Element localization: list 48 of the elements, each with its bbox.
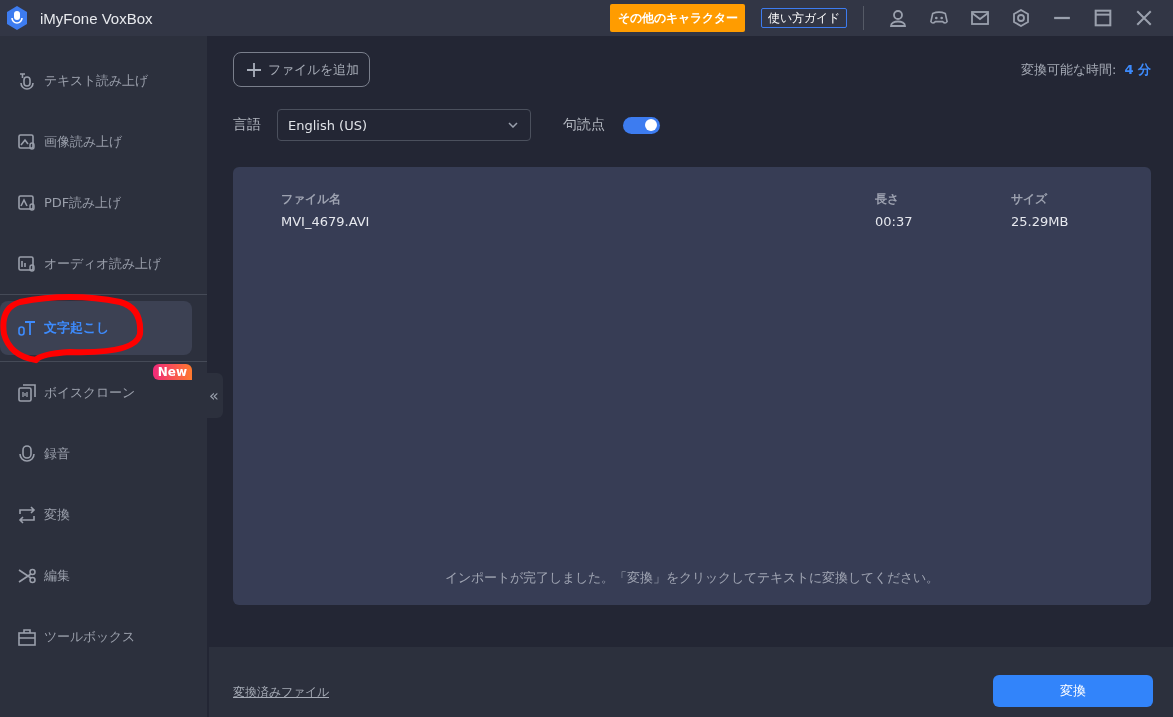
convert-button[interactable]: 変換 xyxy=(993,675,1153,707)
document-microphone-icon xyxy=(18,193,36,212)
time-value: 4 分 xyxy=(1124,60,1151,79)
microphone-text-icon xyxy=(18,319,36,337)
column-header: ファイル名 xyxy=(281,191,342,208)
sidebar-item[interactable]: ボイスクローン New xyxy=(0,362,207,423)
plus-icon xyxy=(247,62,261,77)
maximize-icon[interactable] xyxy=(1094,9,1112,27)
image-microphone-icon xyxy=(18,132,36,151)
settings-icon[interactable] xyxy=(1012,9,1030,27)
scissors-icon xyxy=(18,566,36,585)
chevron-down-icon xyxy=(508,122,518,128)
sidebar-item[interactable]: オーディオ読み上げ xyxy=(0,233,207,294)
game-controller-icon[interactable] xyxy=(930,9,948,27)
column-header: 長さ xyxy=(875,191,900,208)
new-badge: New xyxy=(152,364,192,380)
punctuation-label: 句読点 xyxy=(563,116,605,134)
sidebar-item[interactable]: 録音 xyxy=(0,423,207,484)
table-cell-text: MVI_4679.AVI xyxy=(281,214,371,229)
converted-files-link[interactable]: 変換済みファイル xyxy=(233,683,329,701)
language-label: 言語 xyxy=(233,116,261,134)
sidebar-item[interactable]: PDF読み上げ xyxy=(0,172,207,233)
swap-arrows-icon xyxy=(18,505,36,524)
sidebar-item[interactable]: 画像読み上げ xyxy=(0,111,207,172)
import-complete-message: インポートが完了しました。「変換」をクリックしてテキストに変換してください。 xyxy=(444,569,940,587)
sidebar-item[interactable]: 編集 xyxy=(0,545,207,606)
microphone-icon xyxy=(18,444,36,463)
time-label: 変換可能な時間: xyxy=(1021,60,1117,79)
microphone-text-icon xyxy=(18,71,36,90)
guide-button[interactable]: 使い方ガイド xyxy=(761,8,847,28)
window-title: iMyFone VoxBox xyxy=(40,9,153,27)
language-dropdown[interactable]: English (US) xyxy=(277,109,531,141)
punctuation-toggle[interactable] xyxy=(623,116,660,134)
collapse-sidebar-button[interactable]: « xyxy=(205,373,223,418)
add-file-button[interactable]: ファイルを追加 xyxy=(233,52,370,87)
mail-icon[interactable] xyxy=(971,9,989,27)
column-header: サイズ xyxy=(1011,191,1049,208)
toolbox-icon xyxy=(18,627,36,646)
user-icon[interactable] xyxy=(889,9,907,27)
copy-waveform-icon xyxy=(18,383,36,402)
table-cell-text: 00:37 xyxy=(875,214,914,229)
chart-microphone-icon xyxy=(18,254,36,273)
sidebar-item[interactable]: テキスト読み上げ xyxy=(0,50,207,111)
sidebar-item[interactable]: 変換 xyxy=(0,484,207,545)
sidebar-item[interactable]: ツールボックス xyxy=(0,606,207,667)
close-icon[interactable] xyxy=(1135,9,1153,27)
microphone-logo-icon xyxy=(6,6,28,30)
table-cell-text: 25.29MB xyxy=(1011,214,1070,229)
